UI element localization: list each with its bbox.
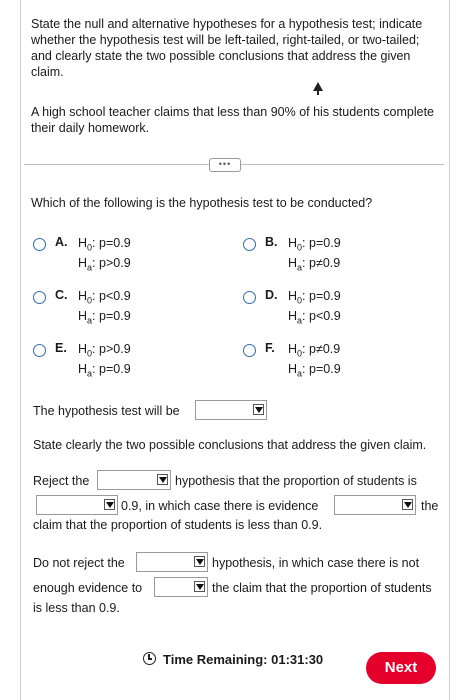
option-letter: C. [55, 288, 68, 302]
option-d[interactable]: D. H0: p=0.9 Ha: p<0.9 [243, 288, 443, 330]
alt-hypothesis: Ha: p=0.9 [78, 362, 131, 379]
reject-text-3: 0.9, in which case there is evidence [121, 499, 319, 513]
alt-hypothesis: Ha: p>0.9 [78, 256, 131, 273]
alt-hypothesis: Ha: p<0.9 [288, 309, 341, 326]
option-c[interactable]: C. H0: p<0.9 Ha: p=0.9 [33, 288, 233, 330]
test-type-dropdown[interactable] [195, 400, 267, 420]
dropdown-arrow-icon [104, 499, 115, 510]
option-letter: E. [55, 341, 67, 355]
reject-text-5: claim that the proportion of students is… [33, 518, 323, 532]
null-hypothesis: H0: p>0.9 [78, 342, 131, 359]
null-hypothesis: H0: p=0.9 [288, 236, 341, 253]
alt-hypothesis: Ha: p≠0.9 [288, 256, 341, 273]
reject-claim-dropdown[interactable] [334, 495, 416, 515]
clock-icon [143, 652, 156, 665]
reject-comparison-dropdown[interactable] [36, 495, 118, 515]
not-reject-text-5: is less than 0.9. [33, 601, 120, 615]
radio-button-d[interactable] [243, 291, 256, 304]
dropdown-arrow-icon [253, 404, 264, 415]
option-a[interactable]: A. H0: p=0.9 Ha: p>0.9 [33, 235, 233, 277]
mouse-cursor-icon [313, 82, 323, 95]
not-reject-text-4: the claim that the proportion of student… [212, 581, 432, 595]
time-remaining: Time Remaining: 01:31:30 [163, 652, 324, 667]
alt-hypothesis: Ha: p=0.9 [78, 309, 131, 326]
next-button[interactable]: Next [366, 652, 436, 684]
radio-button-f[interactable] [243, 344, 256, 357]
radio-button-a[interactable] [33, 238, 46, 251]
radio-button-c[interactable] [33, 291, 46, 304]
dropdown-arrow-icon [402, 499, 413, 510]
null-hypothesis: H0: p=0.9 [288, 289, 341, 306]
option-letter: D. [265, 288, 278, 302]
not-reject-hypothesis-dropdown[interactable] [136, 552, 208, 572]
test-type-label: The hypothesis test will be [33, 404, 180, 418]
reject-text-4: the [421, 499, 439, 513]
option-letter: A. [55, 235, 68, 249]
instructions-text: State the null and alternative hypothese… [31, 17, 423, 79]
conclusions-prompt: State clearly the two possible conclusio… [33, 438, 427, 452]
radio-button-b[interactable] [243, 238, 256, 251]
reject-hypothesis-dropdown[interactable] [97, 470, 171, 490]
not-reject-text-3: enough evidence to [33, 581, 143, 595]
null-hypothesis: H0: p≠0.9 [288, 342, 341, 359]
alt-hypothesis: Ha: p=0.9 [288, 362, 341, 379]
not-reject-text-1: Do not reject the [33, 556, 125, 570]
option-e[interactable]: E. H0: p>0.9 Ha: p=0.9 [33, 341, 233, 383]
not-reject-claim-dropdown[interactable] [154, 577, 208, 597]
option-f[interactable]: F. H0: p≠0.9 Ha: p=0.9 [243, 341, 443, 383]
option-b[interactable]: B. H0: p=0.9 Ha: p≠0.9 [243, 235, 443, 277]
reject-text-1: Reject the [33, 474, 90, 488]
question-text: Which of the following is the hypothesis… [31, 196, 373, 210]
dropdown-arrow-icon [194, 556, 205, 567]
dropdown-arrow-icon [157, 474, 168, 485]
option-letter: F. [265, 341, 275, 355]
null-hypothesis: H0: p=0.9 [78, 236, 131, 253]
dropdown-arrow-icon [194, 581, 205, 592]
option-letter: B. [265, 235, 278, 249]
null-hypothesis: H0: p<0.9 [78, 289, 131, 306]
expand-dots-button[interactable]: ••• [209, 158, 241, 172]
claim-text: A high school teacher claims that less t… [31, 105, 435, 135]
reject-text-2: hypothesis that the proportion of studen… [175, 474, 417, 488]
radio-button-e[interactable] [33, 344, 46, 357]
not-reject-text-2: hypothesis, in which case there is not [212, 556, 420, 570]
